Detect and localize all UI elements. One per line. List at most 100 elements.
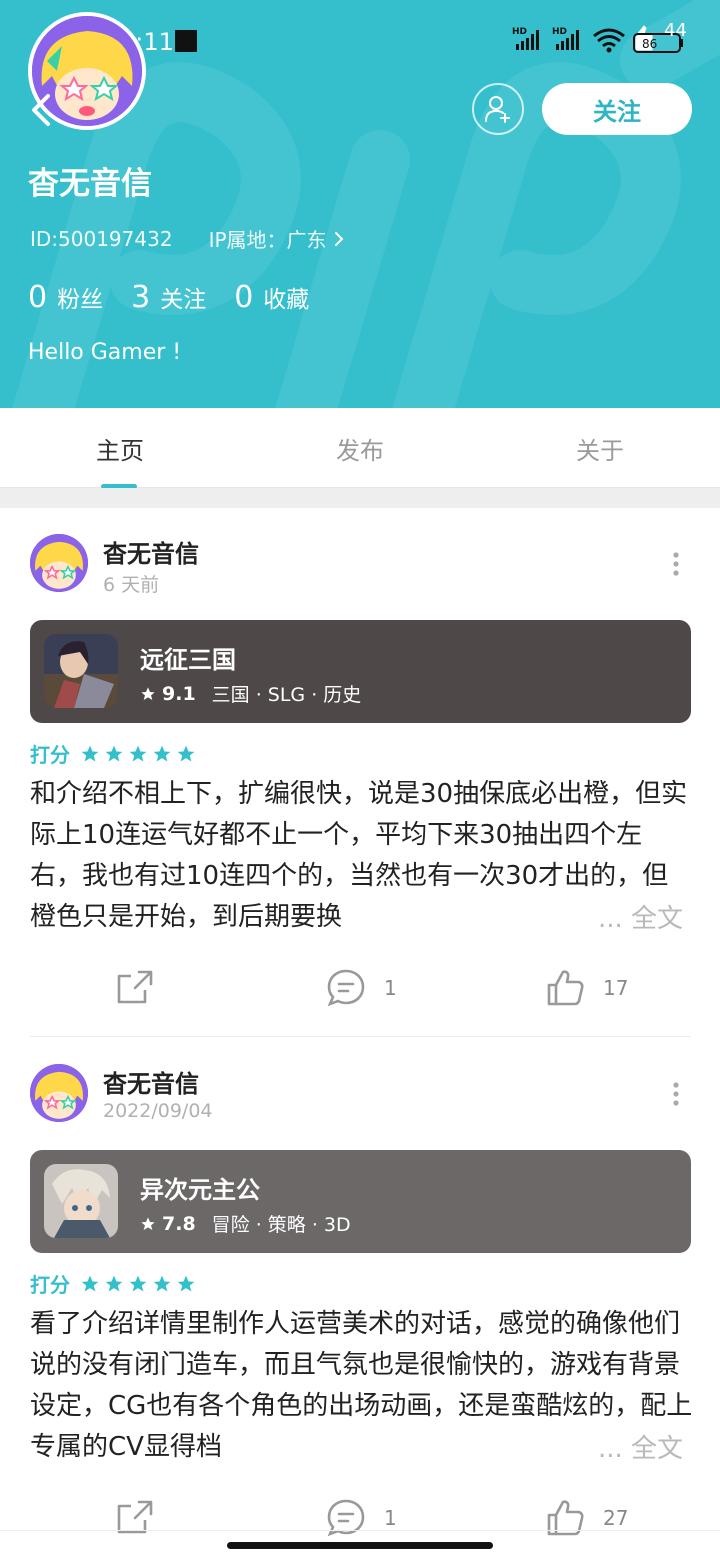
stat-favorites[interactable]: 0 收藏 <box>234 280 309 315</box>
chevron-right-icon <box>334 231 343 246</box>
profile-header: 8:11 HD HD 86 44 关注 杳无音信 ID:500197432 IP… <box>0 0 720 408</box>
comment-count: 1 <box>384 976 397 1000</box>
game-name: 远征三国 <box>140 646 236 674</box>
author-avatar[interactable] <box>30 534 88 592</box>
post-body[interactable]: 看了介绍详情里制作人运营美术的对话，感觉的确像他们说的没有闭门造车，而且气氛也是… <box>30 1304 694 1468</box>
game-icon <box>44 1164 118 1238</box>
star-icon <box>153 1275 171 1291</box>
star-icon <box>105 745 123 761</box>
star-icon <box>141 686 155 700</box>
add-user-icon <box>485 96 510 123</box>
post-author[interactable]: 杳无音信 <box>103 534 199 569</box>
status-icons: HD HD 86 44 <box>512 22 692 58</box>
notification-square-icon <box>175 30 197 52</box>
rating-label: 打分 <box>30 1273 70 1297</box>
stat-number: 3 <box>131 280 151 315</box>
game-tags: 三国 · SLG · 历史 <box>211 684 362 706</box>
ip-location-link[interactable]: IP属地：广东 <box>209 224 345 253</box>
post-body[interactable]: 和介绍不相上下，扩编很快，说是30抽保底必出橙，但实际上10连运气好都不止一个，… <box>30 774 694 938</box>
tab-home[interactable]: 主页 <box>0 408 240 488</box>
stat-number: 0 <box>28 280 48 315</box>
stat-label: 收藏 <box>263 287 310 313</box>
add-friend-button[interactable] <box>472 83 524 135</box>
post-divider <box>30 1036 691 1037</box>
more-options-icon[interactable] <box>668 551 684 577</box>
avatar-illustration <box>30 534 88 592</box>
stat-followers[interactable]: 0 粉丝 <box>28 280 103 315</box>
profile-bio: Hello Gamer ! <box>28 340 182 365</box>
star-icon <box>141 1216 155 1230</box>
game-card[interactable]: 远征三国 9.1 三国 · SLG · 历史 <box>30 620 691 723</box>
stat-number: 0 <box>234 280 254 315</box>
post-time: 6 天前 <box>103 574 160 596</box>
profile-meta: ID:500197432 IP属地：广东 <box>30 224 345 253</box>
home-indicator[interactable] <box>227 1542 493 1549</box>
profile-tabs: 主页 发布 关于 <box>0 408 720 489</box>
more-options-icon[interactable] <box>668 1081 684 1107</box>
star-icon <box>105 1275 123 1291</box>
game-name: 异次元主公 <box>140 1176 260 1204</box>
like-count: 17 <box>603 976 629 1000</box>
read-more-link[interactable]: ... 全文 <box>596 1428 684 1465</box>
share-icon <box>117 970 153 1004</box>
game-meta: 7.8 冒险 · 策略 · 3D <box>140 1210 351 1237</box>
rating-label: 打分 <box>30 743 70 767</box>
author-avatar[interactable] <box>30 1064 88 1122</box>
game-tags: 冒险 · 策略 · 3D <box>211 1214 351 1236</box>
share-button[interactable] <box>115 1498 155 1538</box>
like-button[interactable]: 17 <box>545 968 628 1008</box>
follow-button[interactable]: 关注 <box>542 83 692 135</box>
back-button[interactable] <box>24 90 60 130</box>
back-arrow-icon <box>32 94 50 126</box>
thumbs-up-icon <box>547 970 584 1006</box>
signal-wifi-battery-icon: HD HD 86 44 <box>512 22 687 53</box>
stat-label: 粉丝 <box>57 287 104 313</box>
post-author[interactable]: 杳无音信 <box>103 1064 199 1099</box>
star-icon <box>81 745 99 761</box>
star-icon <box>129 1275 147 1291</box>
section-gap <box>0 488 720 508</box>
game-thumbnail-icon <box>44 1164 118 1238</box>
tab-about[interactable]: 关于 <box>480 408 720 488</box>
stat-following[interactable]: 3 关注 <box>131 280 206 315</box>
star-icon <box>129 745 147 761</box>
game-score: 9.1 <box>162 682 196 705</box>
rating-row: 打分 <box>30 739 196 768</box>
post-time: 2022/09/04 <box>103 1100 213 1122</box>
svg-text:HD: HD <box>552 27 567 37</box>
rating-stars <box>80 1274 196 1294</box>
star-icon <box>177 1275 195 1291</box>
comment-icon <box>327 969 365 1007</box>
comment-count: 1 <box>384 1506 397 1530</box>
stat-label: 关注 <box>160 287 207 313</box>
like-count: 27 <box>603 1506 629 1530</box>
profile-id: ID:500197432 <box>30 226 173 251</box>
comment-button[interactable]: 1 <box>326 968 397 1008</box>
comment-button[interactable]: 1 <box>326 1498 397 1538</box>
star-icon <box>81 1275 99 1291</box>
tab-posts[interactable]: 发布 <box>240 408 480 488</box>
battery-level: 86 <box>642 37 657 51</box>
game-meta: 9.1 三国 · SLG · 历史 <box>140 680 361 707</box>
thumbs-up-icon <box>547 1500 584 1536</box>
share-icon <box>117 1500 153 1534</box>
avatar-illustration <box>30 1064 88 1122</box>
profile-username: 杳无音信 <box>28 166 152 202</box>
read-more-link[interactable]: ... 全文 <box>596 898 684 935</box>
ip-location-text: IP属地：广东 <box>208 228 327 252</box>
bottom-divider <box>0 1530 720 1531</box>
like-button[interactable]: 27 <box>545 1498 628 1538</box>
rating-stars <box>80 744 196 764</box>
profile-stats: 0 粉丝 3 关注 0 收藏 <box>28 280 309 315</box>
star-icon <box>153 745 171 761</box>
game-thumbnail-icon <box>44 634 118 708</box>
star-icon <box>177 745 195 761</box>
rating-row: 打分 <box>30 1269 196 1298</box>
svg-text:44: 44 <box>664 22 687 41</box>
game-icon <box>44 634 118 708</box>
share-button[interactable] <box>115 968 155 1008</box>
game-card[interactable]: 异次元主公 7.8 冒险 · 策略 · 3D <box>30 1150 691 1253</box>
comment-icon <box>327 1499 365 1537</box>
svg-text:HD: HD <box>512 27 527 37</box>
game-score: 7.8 <box>162 1212 196 1235</box>
